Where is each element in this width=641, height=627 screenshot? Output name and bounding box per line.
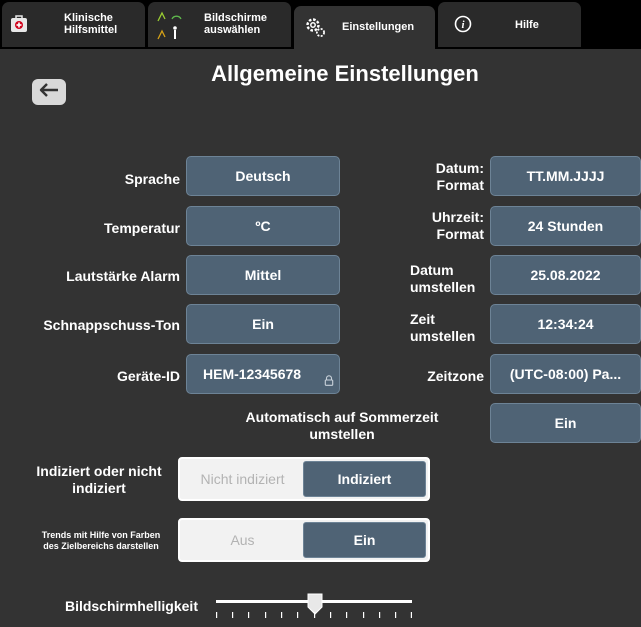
screen-select-icon: [156, 7, 184, 48]
alarm-volume-button[interactable]: Mittel: [186, 255, 340, 295]
svg-text:i: i: [461, 19, 465, 31]
set-time-button[interactable]: 12:34:24: [490, 304, 641, 344]
brightness-label: Bildschirmhelligkeit: [64, 598, 198, 614]
tab-label: Hilfe: [515, 19, 539, 31]
language-button[interactable]: Deutsch: [186, 156, 340, 196]
time-zone-button[interactable]: (UTC-08:00) Pa...: [490, 354, 641, 394]
tab-select-screens[interactable]: Bildschirme auswählen: [148, 2, 291, 47]
tab-help[interactable]: i Hilfe: [438, 2, 581, 47]
tab-settings[interactable]: Einstellungen: [294, 6, 435, 49]
set-date-label: Datum umstellen: [410, 262, 476, 295]
date-format-label: Datum: Format: [435, 160, 484, 193]
tab-label: Bildschirme auswählen: [204, 12, 267, 36]
indexed-label: Indiziert oder nicht indiziert: [36, 463, 162, 496]
tab-clinical-tools[interactable]: Klinische Hilfsmittel: [2, 2, 145, 47]
time-format-button[interactable]: 24 Stunden: [490, 206, 641, 246]
indexed-toggle: Nicht indiziert Indiziert: [178, 457, 430, 501]
time-format-label: Uhrzeit: Format: [431, 209, 484, 242]
back-arrow-icon: [38, 82, 60, 103]
info-icon: i: [454, 15, 472, 38]
gears-icon: [304, 16, 326, 43]
top-tab-bar: Klinische Hilfsmittel Bildschirme auswäh…: [0, 0, 641, 49]
tab-label: Einstellungen: [342, 21, 415, 33]
trend-colors-label: Trends mit Hilfe von Farben des Zielbere…: [41, 530, 161, 551]
snapshot-sound-label: Schnappschuss-Ton: [43, 317, 180, 333]
date-format-button[interactable]: TT.MM.JJJJ: [490, 156, 641, 196]
trend-colors-on-option[interactable]: Ein: [303, 522, 426, 558]
temperature-button[interactable]: ºC: [186, 206, 340, 246]
page-title: Allgemeine Einstellungen: [211, 61, 479, 86]
snapshot-sound-button[interactable]: Ein: [186, 304, 340, 344]
first-aid-kit-icon: [10, 15, 28, 38]
device-id-label: Geräte-ID: [116, 368, 180, 384]
trend-colors-toggle: Aus Ein: [178, 518, 430, 562]
lock-icon: [324, 373, 334, 389]
dst-button[interactable]: Ein: [490, 403, 641, 443]
trend-colors-off-option[interactable]: Aus: [182, 522, 303, 558]
brightness-slider-ticks: [216, 612, 412, 618]
time-zone-label: Zeitzone: [427, 368, 484, 384]
dst-label: Automatisch auf Sommerzeit umstellen: [245, 409, 439, 442]
set-date-button[interactable]: 25.08.2022: [490, 255, 641, 295]
language-label: Sprache: [124, 171, 180, 187]
not-indexed-option[interactable]: Nicht indiziert: [182, 461, 303, 497]
temperature-label: Temperatur: [104, 220, 180, 236]
device-id-field: HEM-12345678: [186, 354, 340, 394]
back-button[interactable]: [32, 79, 66, 105]
device-id-value: HEM-12345678: [203, 366, 302, 382]
indexed-option[interactable]: Indiziert: [303, 461, 426, 497]
alarm-volume-label: Lautstärke Alarm: [66, 268, 180, 284]
tab-label: Klinische Hilfsmittel: [64, 12, 118, 36]
set-time-label: Zeit umstellen: [410, 311, 476, 344]
